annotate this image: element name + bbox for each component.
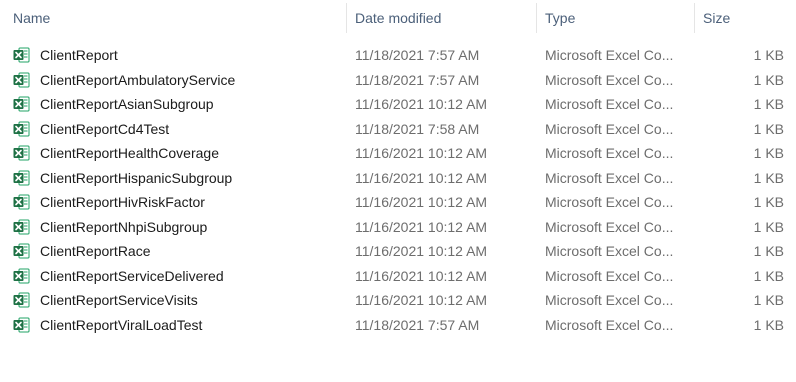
- date-modified-cell: 11/16/2021 10:12 AM: [355, 243, 488, 259]
- date-modified-cell: 11/16/2021 10:12 AM: [355, 194, 488, 210]
- size-cell: 1 KB: [753, 243, 784, 259]
- size-cell: 1 KB: [753, 292, 784, 308]
- file-row[interactable]: ClientReportServiceDelivered 11/16/2021 …: [0, 264, 796, 289]
- excel-csv-file-icon: [13, 268, 30, 283]
- type-cell: Microsoft Excel Co...: [545, 145, 674, 161]
- size-cell: 1 KB: [753, 47, 784, 63]
- excel-csv-file-icon: [13, 292, 30, 308]
- date-modified-cell: 11/18/2021 7:57 AM: [355, 71, 480, 88]
- type-cell: Microsoft Excel Co...: [545, 71, 674, 88]
- date-modified-cell: 11/18/2021 7:58 AM: [355, 120, 480, 137]
- excel-csv-file-icon: [13, 121, 30, 136]
- date-modified-cell: 11/18/2021 7:57 AM: [355, 316, 480, 333]
- file-name-cell[interactable]: ClientReport: [13, 43, 343, 68]
- column-divider[interactable]: [536, 3, 537, 33]
- column-divider[interactable]: [694, 3, 695, 33]
- file-row[interactable]: ClientReportHivRiskFactor 11/16/2021 10:…: [0, 190, 796, 215]
- excel-csv-file-icon: [13, 47, 30, 63]
- file-name-cell[interactable]: ClientReportViralLoadTest: [13, 313, 343, 338]
- size-cell: 1 KB: [753, 71, 784, 88]
- size-cell: 1 KB: [753, 218, 784, 235]
- type-cell: Microsoft Excel Co...: [545, 267, 674, 284]
- file-name-cell[interactable]: ClientReportRace: [13, 239, 343, 264]
- date-modified-cell: 11/16/2021 10:12 AM: [355, 267, 488, 284]
- file-name-cell[interactable]: ClientReportServiceDelivered: [13, 264, 343, 289]
- excel-csv-file-icon: [13, 170, 30, 185]
- file-name-cell[interactable]: ClientReportAsianSubgroup: [13, 92, 343, 117]
- file-list: ClientReport 11/18/2021 7:57 AM Microsof…: [0, 43, 796, 337]
- file-row[interactable]: ClientReportNhpiSubgroup 11/16/2021 10:1…: [0, 215, 796, 240]
- excel-csv-file-icon: [13, 145, 30, 161]
- file-name: ClientReportServiceDelivered: [40, 267, 224, 284]
- file-name-cell[interactable]: ClientReportHivRiskFactor: [13, 190, 343, 215]
- size-cell: 1 KB: [753, 316, 784, 333]
- date-modified-cell: 11/16/2021 10:12 AM: [355, 292, 488, 308]
- file-name: ClientReportCd4Test: [40, 120, 170, 137]
- size-cell: 1 KB: [753, 267, 784, 284]
- excel-csv-file-icon: [13, 317, 30, 332]
- file-name: ClientReportServiceVisits: [40, 292, 198, 308]
- file-name: ClientReportHealthCoverage: [40, 145, 219, 161]
- date-modified-cell: 11/16/2021 10:12 AM: [355, 145, 488, 161]
- size-cell: 1 KB: [753, 169, 784, 186]
- excel-csv-file-icon: [13, 243, 30, 259]
- file-row[interactable]: ClientReportAmbulatoryService 11/18/2021…: [0, 68, 796, 93]
- type-cell: Microsoft Excel Co...: [545, 96, 674, 112]
- file-row[interactable]: ClientReportHealthCoverage 11/16/2021 10…: [0, 141, 796, 166]
- file-row[interactable]: ClientReportAsianSubgroup 11/16/2021 10:…: [0, 92, 796, 117]
- column-header-type[interactable]: Type: [545, 0, 690, 36]
- file-name: ClientReportRace: [40, 243, 151, 259]
- file-name-cell[interactable]: ClientReportHealthCoverage: [13, 141, 343, 166]
- file-name-cell[interactable]: ClientReportAmbulatoryService: [13, 68, 343, 93]
- excel-csv-file-icon: [13, 96, 30, 112]
- file-name-cell[interactable]: ClientReportServiceVisits: [13, 288, 343, 313]
- type-cell: Microsoft Excel Co...: [545, 169, 674, 186]
- column-header-date-modified[interactable]: Date modified: [355, 0, 535, 36]
- excel-csv-file-icon: [13, 219, 30, 234]
- column-header-name[interactable]: Name: [13, 0, 343, 36]
- file-row[interactable]: ClientReportRace 11/16/2021 10:12 AM Mic…: [0, 239, 796, 264]
- column-divider[interactable]: [346, 3, 347, 33]
- size-cell: 1 KB: [753, 145, 784, 161]
- size-cell: 1 KB: [753, 194, 784, 210]
- file-row[interactable]: ClientReportViralLoadTest 11/18/2021 7:5…: [0, 313, 796, 338]
- column-header-size[interactable]: Size: [703, 0, 783, 36]
- size-cell: 1 KB: [753, 120, 784, 137]
- date-modified-cell: 11/16/2021 10:12 AM: [355, 169, 488, 186]
- type-cell: Microsoft Excel Co...: [545, 194, 674, 210]
- excel-csv-file-icon: [13, 194, 30, 210]
- file-explorer-details-view: Name Date modified Type Size ClientRepor…: [0, 0, 796, 382]
- type-cell: Microsoft Excel Co...: [545, 218, 674, 235]
- file-name: ClientReportNhpiSubgroup: [40, 218, 208, 235]
- column-header-bar: Name Date modified Type Size: [0, 0, 796, 36]
- file-row[interactable]: ClientReport 11/18/2021 7:57 AM Microsof…: [0, 43, 796, 68]
- file-name: ClientReport: [40, 47, 118, 63]
- file-name: ClientReportViralLoadTest: [40, 316, 203, 333]
- type-cell: Microsoft Excel Co...: [545, 120, 674, 137]
- file-name-cell[interactable]: ClientReportNhpiSubgroup: [13, 215, 343, 240]
- date-modified-cell: 11/18/2021 7:57 AM: [355, 47, 480, 63]
- file-name-cell[interactable]: ClientReportHispanicSubgroup: [13, 166, 343, 191]
- date-modified-cell: 11/16/2021 10:12 AM: [355, 96, 488, 112]
- date-modified-cell: 11/16/2021 10:12 AM: [355, 218, 488, 235]
- file-name: ClientReportHispanicSubgroup: [40, 169, 233, 186]
- file-row[interactable]: ClientReportHispanicSubgroup 11/16/2021 …: [0, 166, 796, 191]
- file-name: ClientReportHivRiskFactor: [40, 194, 205, 210]
- type-cell: Microsoft Excel Co...: [545, 292, 674, 308]
- file-row[interactable]: ClientReportCd4Test 11/18/2021 7:58 AM M…: [0, 117, 796, 142]
- type-cell: Microsoft Excel Co...: [545, 243, 674, 259]
- file-name: ClientReportAsianSubgroup: [40, 96, 214, 112]
- excel-csv-file-icon: [13, 72, 30, 87]
- size-cell: 1 KB: [753, 96, 784, 112]
- file-name: ClientReportAmbulatoryService: [40, 71, 236, 88]
- type-cell: Microsoft Excel Co...: [545, 47, 674, 63]
- type-cell: Microsoft Excel Co...: [545, 316, 674, 333]
- file-name-cell[interactable]: ClientReportCd4Test: [13, 117, 343, 142]
- file-row[interactable]: ClientReportServiceVisits 11/16/2021 10:…: [0, 288, 796, 313]
